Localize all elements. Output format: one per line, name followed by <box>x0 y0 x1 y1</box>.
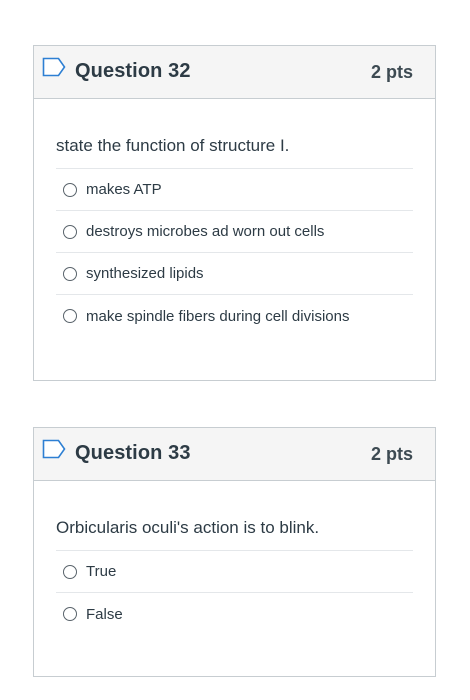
question-body: state the function of structure I. makes… <box>34 99 435 337</box>
radio-button[interactable] <box>63 607 77 621</box>
question-points: 2 pts <box>370 62 413 82</box>
question-title: Question 32 <box>75 60 191 82</box>
radio-button[interactable] <box>63 224 77 239</box>
question-points: 2 pts <box>370 444 413 464</box>
question-header: Question 32 2 pts <box>34 46 435 99</box>
answer-option[interactable]: False <box>56 593 413 635</box>
answer-label: makes ATP <box>86 181 162 198</box>
radio-button[interactable] <box>63 309 77 323</box>
answer-label: False <box>86 605 123 623</box>
radio-button[interactable] <box>63 266 77 281</box>
question-32-card: Question 32 2 pts state the function of … <box>33 45 436 381</box>
radio-button[interactable] <box>63 182 77 197</box>
question-33-card: Question 33 2 pts Orbicularis oculi's ac… <box>33 427 436 677</box>
answer-option[interactable]: destroys microbes ad worn out cells <box>56 211 413 253</box>
answer-label: destroys microbes ad worn out cells <box>86 223 325 240</box>
flag-question-icon[interactable] <box>42 439 66 459</box>
answer-label: synthesized lipids <box>86 265 204 282</box>
answer-option[interactable]: synthesized lipids <box>56 253 413 295</box>
answer-label: True <box>86 563 117 580</box>
answer-option[interactable]: True <box>56 551 413 593</box>
question-body: Orbicularis oculi's action is to blink. … <box>34 481 435 635</box>
answer-list: True False <box>56 550 413 635</box>
question-text: state the function of structure I. <box>56 136 290 155</box>
question-header: Question 33 2 pts <box>34 428 435 481</box>
answer-label: make spindle fibers during cell division… <box>86 307 350 325</box>
radio-button[interactable] <box>63 564 77 579</box>
flag-question-icon[interactable] <box>42 57 66 77</box>
answer-option[interactable]: makes ATP <box>56 169 413 211</box>
answer-list: makes ATP destroys microbes ad worn out … <box>56 168 413 337</box>
question-text: Orbicularis oculi's action is to blink. <box>56 518 320 537</box>
answer-option[interactable]: make spindle fibers during cell division… <box>56 295 413 337</box>
question-title: Question 33 <box>75 442 191 464</box>
